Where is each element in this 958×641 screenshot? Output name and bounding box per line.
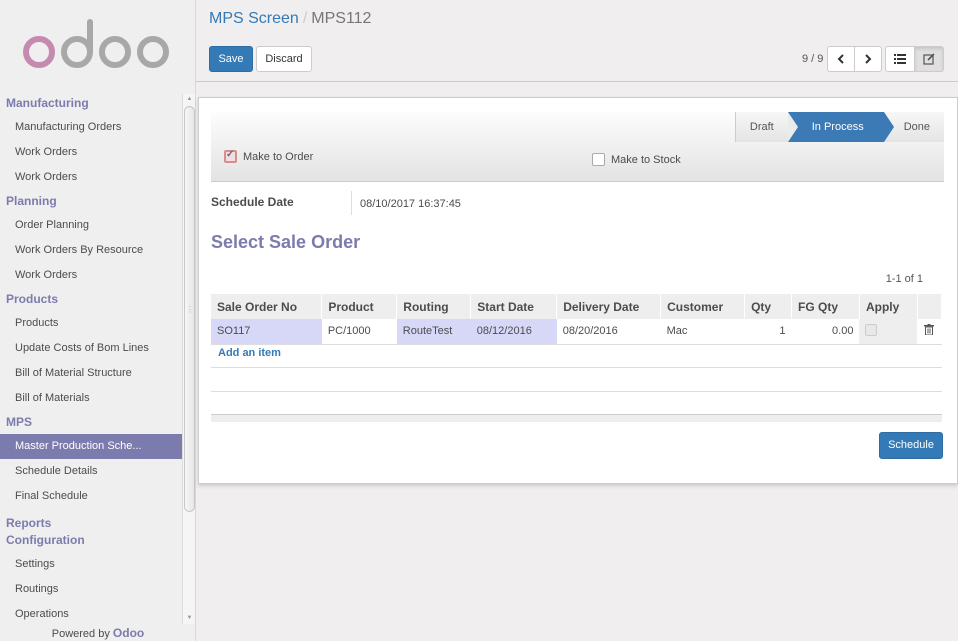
breadcrumb: MPS Screen / MPS112 (209, 10, 371, 28)
breadcrumb-current: MPS112 (311, 10, 372, 27)
trash-icon[interactable] (924, 324, 935, 336)
form-sheet: Draft In Process Done Make to Order Make… (198, 97, 958, 484)
status-stage-in-process[interactable]: In Process (787, 112, 894, 142)
pager-value[interactable]: 9 / 9 (802, 53, 823, 65)
powered-by-text: Powered by (51, 628, 110, 640)
make-to-stock-field: Make to Stock (592, 153, 681, 166)
make-to-stock-label: Make to Stock (611, 153, 681, 166)
pager-previous-button[interactable] (827, 46, 855, 72)
menu-item-operations[interactable]: Operations (0, 602, 182, 624)
cell-sale-order-no[interactable]: SO117 (211, 319, 322, 345)
save-button[interactable]: Save (209, 46, 253, 72)
menu-item-master-production-schedule[interactable]: Master Production Sche... (0, 434, 182, 459)
chevron-right-icon (865, 54, 872, 64)
menu-item-work-orders[interactable]: Work Orders (0, 140, 182, 165)
scroll-up-arrow-icon[interactable]: ▲ (184, 94, 195, 105)
status-stage-draft[interactable]: Draft (735, 112, 788, 142)
menu-item-bom-structure[interactable]: Bill of Material Structure (0, 361, 182, 386)
column-header-delivery-date[interactable]: Delivery Date (556, 294, 662, 319)
field-divider (351, 191, 352, 215)
menu-section-products[interactable]: Products (0, 288, 182, 311)
list-icon (894, 54, 906, 64)
cell-routing[interactable]: RouteTest (396, 319, 471, 345)
chevron-left-icon (837, 54, 844, 64)
menu-section-planning[interactable]: Planning (0, 190, 182, 213)
cell-start-date[interactable]: 08/12/2016 (470, 319, 557, 345)
table-header-row: Sale Order No Product Routing Start Date… (211, 294, 943, 319)
cell-delete (917, 319, 942, 345)
menu-item-update-costs[interactable]: Update Costs of Bom Lines (0, 336, 182, 361)
status-bar: Draft In Process Done (734, 112, 944, 142)
table-footer (211, 414, 942, 422)
menu-section-reports[interactable]: Reports (0, 509, 182, 530)
column-header-qty[interactable]: Qty (744, 294, 793, 319)
make-to-stock-checkbox[interactable] (592, 153, 605, 166)
resize-grip-icon[interactable]: ⋮ (186, 305, 194, 314)
powered-by-brand-link[interactable]: Odoo (113, 626, 144, 640)
sidebar: Manufacturing Manufacturing Orders Work … (0, 0, 196, 641)
cell-qty[interactable]: 1 (744, 319, 792, 345)
cell-product[interactable]: PC/1000 (321, 319, 397, 345)
sidebar-menu: Manufacturing Manufacturing Orders Work … (0, 92, 182, 624)
menu-item-routings[interactable]: Routings (0, 577, 182, 602)
menu-section-configuration[interactable]: Configuration (0, 529, 182, 552)
pager-next-button[interactable] (854, 46, 882, 72)
cell-delivery-date[interactable]: 08/20/2016 (556, 319, 661, 345)
column-header-fg-qty[interactable]: FG Qty (791, 294, 860, 319)
column-header-routing[interactable]: Routing (396, 294, 472, 319)
form-view-button[interactable] (914, 46, 944, 72)
section-title: Select Sale Order (211, 232, 361, 252)
control-panel: MPS Screen / MPS112 Save Discard 9 / 9 (196, 0, 958, 82)
sale-order-table: Sale Order No Product Routing Start Date… (211, 294, 943, 345)
column-header-start-date[interactable]: Start Date (470, 294, 558, 319)
edit-icon (923, 53, 935, 65)
make-to-order-checkbox[interactable] (224, 149, 237, 163)
cell-apply (859, 319, 918, 345)
table-row[interactable]: SO117 PC/1000 RouteTest 08/12/2016 08/20… (211, 319, 942, 345)
menu-section-mps[interactable]: MPS (0, 411, 182, 434)
schedule-date-label: Schedule Date (211, 195, 294, 209)
column-header-customer[interactable]: Customer (660, 294, 746, 319)
menu-item-work-orders-2[interactable]: Work Orders (0, 165, 182, 190)
column-header-sale-order-no[interactable]: Sale Order No (211, 294, 323, 319)
cell-fg-qty[interactable]: 0.00 (791, 319, 860, 345)
menu-section-manufacturing[interactable]: Manufacturing (0, 92, 182, 115)
menu-item-final-schedule[interactable]: Final Schedule (0, 484, 182, 509)
list-view-button[interactable] (885, 46, 915, 72)
menu-item-work-orders-3[interactable]: Work Orders (0, 263, 182, 288)
powered-by: Powered by Odoo (0, 626, 196, 640)
form-header: Draft In Process Done Make to Order Make… (211, 112, 944, 182)
menu-item-order-planning[interactable]: Order Planning (0, 213, 182, 238)
discard-button[interactable]: Discard (256, 46, 312, 72)
menu-item-bill-of-materials[interactable]: Bill of Materials (0, 386, 182, 411)
menu-item-manufacturing-orders[interactable]: Manufacturing Orders (0, 115, 182, 140)
schedule-date-value[interactable]: 08/10/2017 16:37:45 (360, 198, 461, 210)
sidebar-scrollbar[interactable]: ▲ ▼ (182, 94, 195, 624)
menu-item-work-orders-by-resource[interactable]: Work Orders By Resource (0, 238, 182, 263)
column-header-product[interactable]: Product (321, 294, 398, 319)
column-header-apply[interactable]: Apply (859, 294, 918, 319)
breadcrumb-separator: / (302, 10, 308, 27)
make-to-order-field: Make to Order (224, 149, 314, 163)
table-empty-row-divider (211, 391, 942, 392)
menu-item-settings[interactable]: Settings (0, 552, 182, 577)
cell-customer[interactable]: Mac (660, 319, 745, 345)
scroll-down-arrow-icon[interactable]: ▼ (184, 613, 195, 624)
add-item-link[interactable]: Add an item (218, 347, 281, 359)
menu-item-schedule-details[interactable]: Schedule Details (0, 459, 182, 484)
table-empty-row-divider (211, 367, 942, 368)
make-to-order-label: Make to Order (243, 150, 314, 163)
column-header-actions (917, 294, 943, 319)
list-pager[interactable]: 1-1 of 1 (886, 273, 923, 285)
breadcrumb-parent-link[interactable]: MPS Screen (209, 10, 299, 27)
apply-checkbox[interactable] (865, 323, 878, 336)
schedule-button[interactable]: Schedule (879, 432, 943, 459)
menu-item-products[interactable]: Products (0, 311, 182, 336)
odoo-logo[interactable] (22, 18, 172, 70)
